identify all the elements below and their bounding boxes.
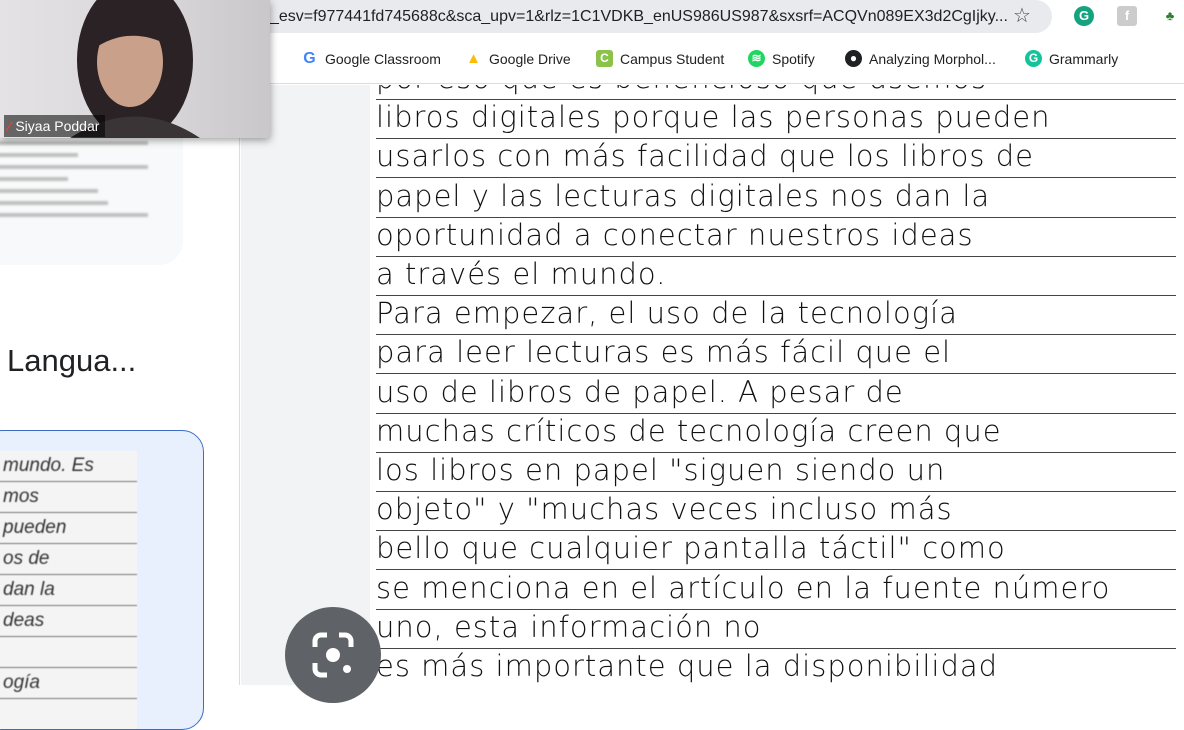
snippet-line: deas (0, 606, 137, 637)
google-icon: G (303, 50, 316, 67)
bookmark-label: Google Classroom (325, 50, 441, 67)
bookmark-label: Campus Student (620, 50, 725, 67)
selected-image-card[interactable]: mundo. Es mos pueden os de dan la deas o… (0, 430, 204, 730)
bookmark-grammarly[interactable]: G Grammarly (1025, 50, 1118, 67)
address-bar[interactable]: _esv=f977441fd745688c&sca_upv=1&rlz=1C1V… (240, 0, 1052, 33)
image-thumbnail: mundo. Es mos pueden os de dan la deas o… (0, 451, 137, 729)
extension-icon[interactable]: f (1117, 6, 1137, 26)
handwritten-line: objeto" y "muchas veces incluso más (376, 492, 1176, 532)
handwritten-line: es más importante que la disponibilidad (376, 649, 1176, 685)
bookmark-label: Analyzing Morphol... (869, 50, 996, 67)
handwritten-line: Para empezar, el uso de la tecnología (376, 296, 1176, 336)
participant-name: Siyaa Poddar (15, 118, 100, 134)
drive-icon: ▲ (466, 50, 481, 67)
bookmark-google-drive[interactable]: ▲ Google Drive (465, 50, 571, 67)
handwritten-line: libros digitales porque las personas pue… (376, 100, 1176, 140)
result-heading[interactable]: Langua... (7, 343, 136, 379)
bookmark-campus-student[interactable]: C Campus Student (596, 50, 724, 67)
handwritten-line: papel y las lecturas digitales nos dan l… (376, 179, 1176, 218)
campus-icon: C (596, 50, 613, 67)
snippet-line: mos (0, 482, 137, 513)
snippet-line: ogía (0, 668, 137, 699)
handwritten-line: para leer lecturas es más fácil que el (376, 335, 1176, 375)
spotify-icon: ≋ (748, 50, 765, 67)
video-call-overlay[interactable]: ⁄ Siyaa Poddar (0, 0, 270, 138)
lens-camera-icon (312, 632, 354, 678)
bookmark-spotify[interactable]: ≋ Spotify (748, 50, 815, 67)
snippet-line: dan la (0, 575, 137, 606)
handwritten-line: a través el mundo. (376, 257, 1176, 296)
bookmark-google-classroom[interactable]: G Google Classroom (301, 50, 441, 67)
snippet-line: os de (0, 544, 137, 575)
handwritten-line: se menciona en el artículo en la fuente … (376, 571, 1176, 610)
bookmark-analyzing-morphol[interactable]: ● Analyzing Morphol... (845, 50, 996, 67)
handwritten-line: uso de libros de papel. A pesar de (376, 375, 1176, 414)
snippet-line (0, 637, 137, 668)
handwritten-line: usarlos con más facilidad que los libros… (376, 139, 1176, 179)
left-panel: Langua... mundo. Es mos pueden os de dan… (0, 75, 240, 730)
tree-extension-icon[interactable]: ♣ (1160, 6, 1180, 26)
grammarly-icon: G (1025, 50, 1042, 67)
participant-name-tag: ⁄ Siyaa Poddar (4, 115, 106, 137)
handwritten-line: muchas críticos de tecnología creen que (376, 414, 1176, 453)
snippet-line: pueden (0, 513, 137, 544)
handwritten-line: oportunidad a conectar nuestros ideas (376, 218, 1176, 257)
bookmark-label: Spotify (772, 50, 815, 67)
google-lens-button[interactable] (285, 607, 381, 703)
snippet-line: mundo. Es (0, 451, 137, 482)
globe-icon: ● (845, 50, 862, 67)
bookmark-label: Google Drive (489, 50, 571, 67)
handwritten-line: por eso que es beneficioso que usemos (376, 85, 1176, 100)
handwritten-document-image: por eso que es beneficioso que usemoslib… (370, 85, 1184, 685)
handwritten-line: bello que cualquier pantalla táctil" com… (376, 531, 1176, 571)
grammarly-icon[interactable]: G (1074, 6, 1094, 26)
gutter (241, 85, 370, 685)
bookmark-label: Grammarly (1049, 50, 1119, 67)
bookmark-star-icon[interactable]: ☆ (1013, 0, 1031, 33)
mic-muted-icon: ⁄ (8, 118, 11, 134)
handwritten-line: los libros en papel "siguen siendo un (376, 453, 1176, 492)
handwritten-line: uno, esta información no (376, 610, 1176, 649)
